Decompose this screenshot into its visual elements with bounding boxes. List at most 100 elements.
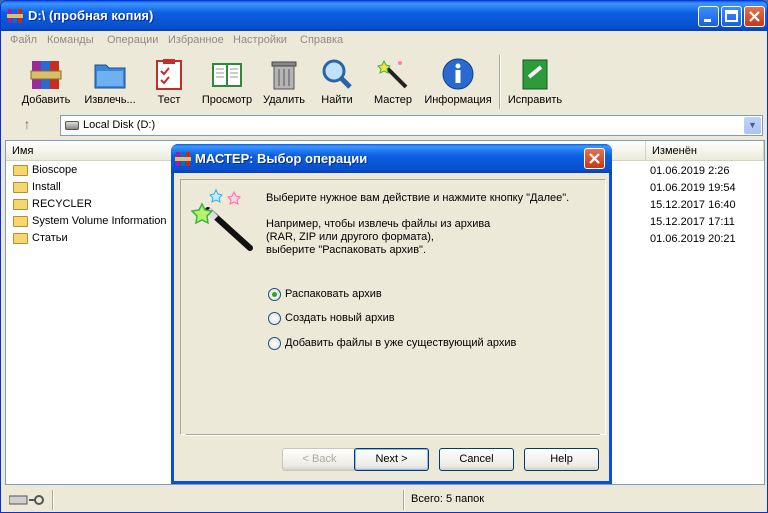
item-modified: 15.12.2017 17:11 xyxy=(650,216,735,228)
dialog-separator xyxy=(186,434,600,436)
wizard-button[interactable]: Мастер xyxy=(367,53,419,111)
wizard-example-text-3: выберите "Распаковать архив". xyxy=(266,244,426,256)
find-label: Найти xyxy=(321,94,353,106)
list-item[interactable]: Статьи xyxy=(10,230,170,247)
extract-label: Извлечь... xyxy=(84,94,136,106)
folder-icon xyxy=(13,182,28,193)
repair-button[interactable]: Исправить xyxy=(504,53,566,111)
cancel-button[interactable]: Cancel xyxy=(439,448,514,471)
list-item[interactable]: Install xyxy=(10,179,170,196)
clipboard-check-icon xyxy=(156,59,182,90)
window-title: D:\ (пробная копия) xyxy=(28,8,154,23)
arrow-up-icon: ↑ xyxy=(23,116,31,132)
info-icon xyxy=(442,58,474,90)
maximize-button[interactable] xyxy=(721,6,742,27)
column-header-modified[interactable]: Изменён xyxy=(646,141,764,161)
repair-label: Исправить xyxy=(507,94,563,106)
magic-wand-icon xyxy=(190,188,253,251)
radio-unselected-icon xyxy=(268,312,281,325)
item-modified: 15.12.2017 16:40 xyxy=(650,199,736,211)
trash-can-icon xyxy=(271,61,297,90)
list-item[interactable]: Bioscope xyxy=(10,162,170,179)
address-bar: ↑ Local Disk (D:) ▼ xyxy=(1,113,767,139)
folder-icon xyxy=(13,199,28,210)
dialog-title-bar[interactable]: МАСТЕР: Выбор операции xyxy=(171,144,612,173)
address-dropdown-button[interactable]: ▼ xyxy=(744,117,761,134)
up-folder-button[interactable]: ↑ xyxy=(15,116,39,136)
menu-file[interactable]: Файл xyxy=(10,34,37,46)
disk-drive-icon xyxy=(65,121,79,130)
help-button[interactable]: Help xyxy=(524,448,599,471)
item-name: Install xyxy=(32,181,61,193)
wizard-example-text-2: (RAR, ZIP или другого формата), xyxy=(266,231,434,243)
extract-button[interactable]: Извлечь... xyxy=(79,53,141,111)
folder-icon xyxy=(13,165,28,176)
test-label: Тест xyxy=(157,94,181,106)
radio-label: Распаковать архив xyxy=(285,288,382,300)
dialog-title: МАСТЕР: Выбор операции xyxy=(195,151,368,166)
close-button[interactable] xyxy=(744,6,765,27)
status-text: Всего: 5 папок xyxy=(411,493,485,505)
add-label: Добавить xyxy=(21,94,71,106)
menu-settings[interactable]: Настройки xyxy=(233,34,287,46)
status-separator xyxy=(52,490,54,510)
title-bar[interactable]: D:\ (пробная копия) xyxy=(1,1,767,31)
item-name: System Volume Information xyxy=(32,215,167,227)
archive-add-icon xyxy=(30,61,62,89)
repair-kit-icon xyxy=(522,59,548,90)
item-modified: 01.06.2019 19:54 xyxy=(650,182,736,194)
drive-key-icon xyxy=(9,495,44,505)
delete-button[interactable]: Удалить xyxy=(258,53,310,111)
address-path: Local Disk (D:) xyxy=(83,119,156,131)
item-modified: 01.06.2019 2:26 xyxy=(650,165,730,177)
menu-help[interactable]: Справка xyxy=(300,34,343,46)
close-icon xyxy=(749,11,760,22)
close-icon xyxy=(589,153,600,164)
dialog-close-button[interactable] xyxy=(584,148,605,169)
folder-icon xyxy=(13,233,28,244)
toolbar: Добавить Извлечь... Тест Просмотр Удалит… xyxy=(1,51,767,113)
column-name-label: Имя xyxy=(12,145,34,157)
magic-wand-icon xyxy=(377,59,408,89)
next-button[interactable]: Next > xyxy=(354,448,429,471)
item-modified: 01.06.2019 20:21 xyxy=(650,233,736,245)
list-item[interactable]: System Volume Information xyxy=(10,213,170,230)
find-button[interactable]: Найти xyxy=(314,53,360,111)
back-button[interactable]: < Back xyxy=(282,448,357,471)
main-window: D:\ (пробная копия) Файл Команды Операци… xyxy=(0,0,768,513)
menu-commands[interactable]: Команды xyxy=(47,34,94,46)
item-name: Bioscope xyxy=(32,164,78,176)
address-combobox[interactable]: Local Disk (D:) ▼ xyxy=(60,115,763,136)
radio-label: Создать новый архив xyxy=(285,312,395,324)
menu-favorites[interactable]: Избранное xyxy=(168,34,224,46)
menu-operations[interactable]: Операции xyxy=(107,34,158,46)
wizard-intro-text: Выберите нужное вам действие и нажмите к… xyxy=(266,192,570,204)
delete-label: Удалить xyxy=(263,94,305,106)
magnifier-icon xyxy=(322,59,352,89)
wizard-example-text-1: Например, чтобы извлечь файлы из архива xyxy=(266,218,491,230)
menu-bar: Файл Команды Операции Избранное Настройк… xyxy=(1,31,767,51)
wizard-label: Мастер xyxy=(373,94,413,106)
radio-unselected-icon xyxy=(268,337,281,350)
info-button[interactable]: Информация xyxy=(422,53,494,111)
winrar-app-icon xyxy=(175,152,191,166)
item-name: RECYCLER xyxy=(32,198,92,210)
minimize-button[interactable] xyxy=(698,6,719,27)
column-modified-label: Изменён xyxy=(652,145,697,157)
list-item[interactable]: RECYCLER xyxy=(10,196,170,213)
chevron-down-icon: ▼ xyxy=(748,120,757,130)
status-bar: Всего: 5 папок xyxy=(1,487,767,512)
add-button[interactable]: Добавить xyxy=(15,53,77,111)
folder-icon xyxy=(13,216,28,227)
test-button[interactable]: Тест xyxy=(143,53,195,111)
book-view-icon xyxy=(212,63,242,87)
maximize-icon xyxy=(725,10,738,22)
status-separator xyxy=(403,490,405,510)
view-button[interactable]: Просмотр xyxy=(198,53,256,111)
winrar-app-icon xyxy=(7,9,23,23)
view-label: Просмотр xyxy=(201,94,253,106)
toolbar-separator xyxy=(499,55,501,109)
item-name: Статьи xyxy=(32,232,68,244)
minimize-icon xyxy=(704,19,711,22)
radio-selected-icon xyxy=(268,288,281,301)
